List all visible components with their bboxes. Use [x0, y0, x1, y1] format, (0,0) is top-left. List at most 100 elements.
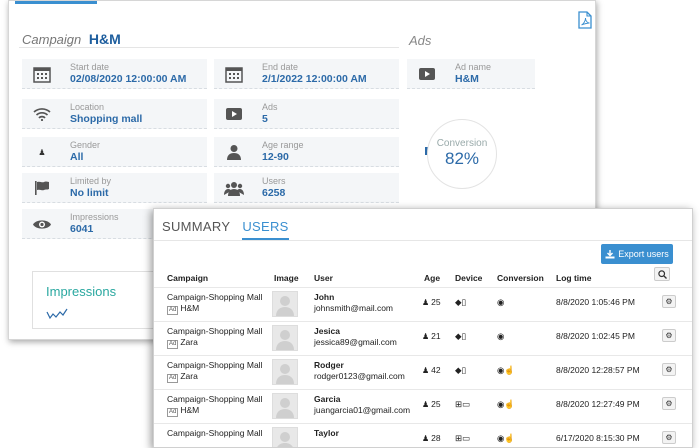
user-name: Taylor: [314, 428, 339, 438]
eye-icon: [32, 215, 52, 233]
start-date-value: 02/08/2020 12:00:00 AM: [70, 73, 187, 85]
impressions-value: 6041: [70, 223, 94, 235]
column-image[interactable]: Image: [274, 273, 299, 283]
user-icon: [224, 143, 244, 161]
gear-icon[interactable]: ⚙: [662, 329, 676, 342]
gear-icon[interactable]: ⚙: [662, 397, 676, 410]
calendar-icon: [32, 65, 52, 83]
start-date-field: Start date 02/08/2020 12:00:00 AM: [22, 59, 207, 89]
pdf-export-icon[interactable]: [578, 11, 592, 29]
ad-tag-line: Ad H&M: [167, 303, 262, 315]
end-date-label: End date: [262, 62, 299, 72]
column-log-time[interactable]: Log time: [556, 273, 591, 283]
table-row[interactable]: Campaign-Shopping Mall Ad Zara Jesica jessic…: [154, 321, 692, 355]
ad-name-value: H&M: [455, 73, 479, 85]
ad-name: Zara: [180, 371, 198, 381]
age-value: 42: [431, 365, 441, 375]
row-user: Taylor: [314, 428, 339, 439]
start-date-label: Start date: [70, 62, 110, 72]
table-row[interactable]: Campaign-Shopping Mall Ad H&M John johnsmith…: [154, 287, 692, 321]
gear-icon[interactable]: ⚙: [662, 431, 676, 444]
gender-label: Gender: [70, 140, 101, 150]
table-header: Campaign Image User Age Device Conversio…: [154, 270, 692, 286]
play-icon: [224, 105, 244, 123]
tab-users[interactable]: USERS: [242, 219, 289, 240]
users-panel: SUMMARY USERS Export users Campaign Imag…: [153, 208, 693, 448]
row-user: Garcia juangarcia01@gmail.com: [314, 394, 410, 416]
gear-icon[interactable]: ⚙: [662, 295, 676, 308]
ads-heading: Ads: [409, 33, 432, 48]
sparkline-icon: [46, 308, 68, 320]
avatar: [272, 325, 298, 351]
device-icons: ◆▯: [455, 331, 467, 341]
campaign-label: Campaign: [22, 32, 82, 47]
ad-name: H&M: [180, 405, 200, 415]
ads-count-label: Ads: [262, 102, 278, 112]
conversion-icons: ◉☝: [497, 399, 516, 409]
ad-name-label: Ad name: [455, 62, 492, 72]
ads-count-value: 5: [262, 113, 268, 125]
user-name: Jesica: [314, 326, 340, 336]
divider: [19, 47, 399, 48]
ad-badge-icon: Ad: [167, 408, 179, 417]
ad-name: Zara: [180, 337, 198, 347]
person-icon: ♟: [422, 400, 430, 409]
location-value: Shopping mall: [70, 113, 143, 125]
users-count-value: 6258: [262, 187, 286, 199]
device-icons: ◆▯: [455, 297, 467, 307]
log-time: 8/8/2020 12:28:57 PM: [556, 365, 640, 375]
campaign-name: Campaign-Shopping Mall: [167, 326, 263, 336]
user-email: juangarcia01@gmail.com: [314, 405, 411, 415]
campaign-name: H&M: [88, 31, 121, 47]
active-tab-indicator: [15, 1, 97, 4]
column-user[interactable]: User: [314, 273, 333, 283]
tab-summary[interactable]: SUMMARY: [162, 219, 230, 240]
campaign-name: Campaign-Shopping Mall: [167, 394, 263, 404]
campaign-heading: Campaign H&M: [22, 31, 121, 47]
device-icons: ⊞▭: [455, 399, 471, 409]
table-row[interactable]: Campaign-Shopping MallAd Taylor ♟28 ⊞▭ ◉☝ 6/1…: [154, 423, 692, 447]
table-row[interactable]: Campaign-Shopping Mall Ad Zara Rodger rodger…: [154, 355, 692, 389]
row-user: Jesica jessica89@gmail.com: [314, 326, 397, 348]
person-icon: ♟: [422, 332, 430, 341]
conversion-icons: ◉: [497, 331, 505, 341]
row-user: Rodger rodger0123@gmail.com: [314, 360, 405, 382]
person-icon: ♟: [38, 147, 46, 157]
gender-field: ♟ Gender All: [22, 137, 207, 167]
row-campaign: Campaign-Shopping Mall Ad H&M: [167, 292, 262, 315]
column-device[interactable]: Device: [455, 273, 482, 283]
users-icon: [224, 179, 244, 197]
user-name: Rodger: [314, 360, 344, 370]
log-time: 8/8/2020 1:05:46 PM: [556, 297, 635, 307]
avatar: [272, 359, 298, 385]
age-value: 25: [431, 297, 441, 307]
end-date-value: 2/1/2022 12:00:00 AM: [262, 73, 367, 85]
table-row[interactable]: Campaign-Shopping Mall Ad H&M Garcia juangar…: [154, 389, 692, 423]
device-icons: ⊞▭: [455, 433, 471, 443]
user-email: rodger0123@gmail.com: [314, 371, 405, 381]
person-icon: ♟: [422, 434, 430, 443]
tab-bar: SUMMARY USERS: [162, 219, 289, 240]
user-name: John: [314, 292, 335, 302]
ad-badge-icon: Ad: [167, 374, 179, 383]
conversion-icons: ◉: [497, 297, 505, 307]
conversion-label: Conversion: [436, 138, 488, 149]
conversion-value: 82%: [444, 149, 480, 168]
row-age: ♟ 21: [422, 331, 441, 341]
ad-tag-line: Ad H&M: [167, 405, 262, 417]
person-icon: ♟: [422, 298, 430, 307]
search-zoom-button[interactable]: [654, 267, 670, 281]
users-count-label: Users: [262, 176, 286, 186]
column-age[interactable]: Age: [424, 273, 440, 283]
column-campaign[interactable]: Campaign: [167, 273, 208, 283]
log-time: 6/17/2020 8:15:30 PM: [556, 433, 640, 443]
age-value: 25: [431, 399, 441, 409]
conversion-icons: ◉☝: [497, 365, 516, 375]
gear-icon[interactable]: ⚙: [662, 363, 676, 376]
export-users-button[interactable]: Export users: [601, 244, 673, 264]
column-conversion[interactable]: Conversion: [497, 273, 544, 283]
avatar: [272, 427, 298, 447]
calendar-icon: [224, 65, 244, 83]
end-date-field: End date 2/1/2022 12:00:00 AM: [214, 59, 399, 89]
limited-by-field: Limited by No limit: [22, 173, 207, 203]
